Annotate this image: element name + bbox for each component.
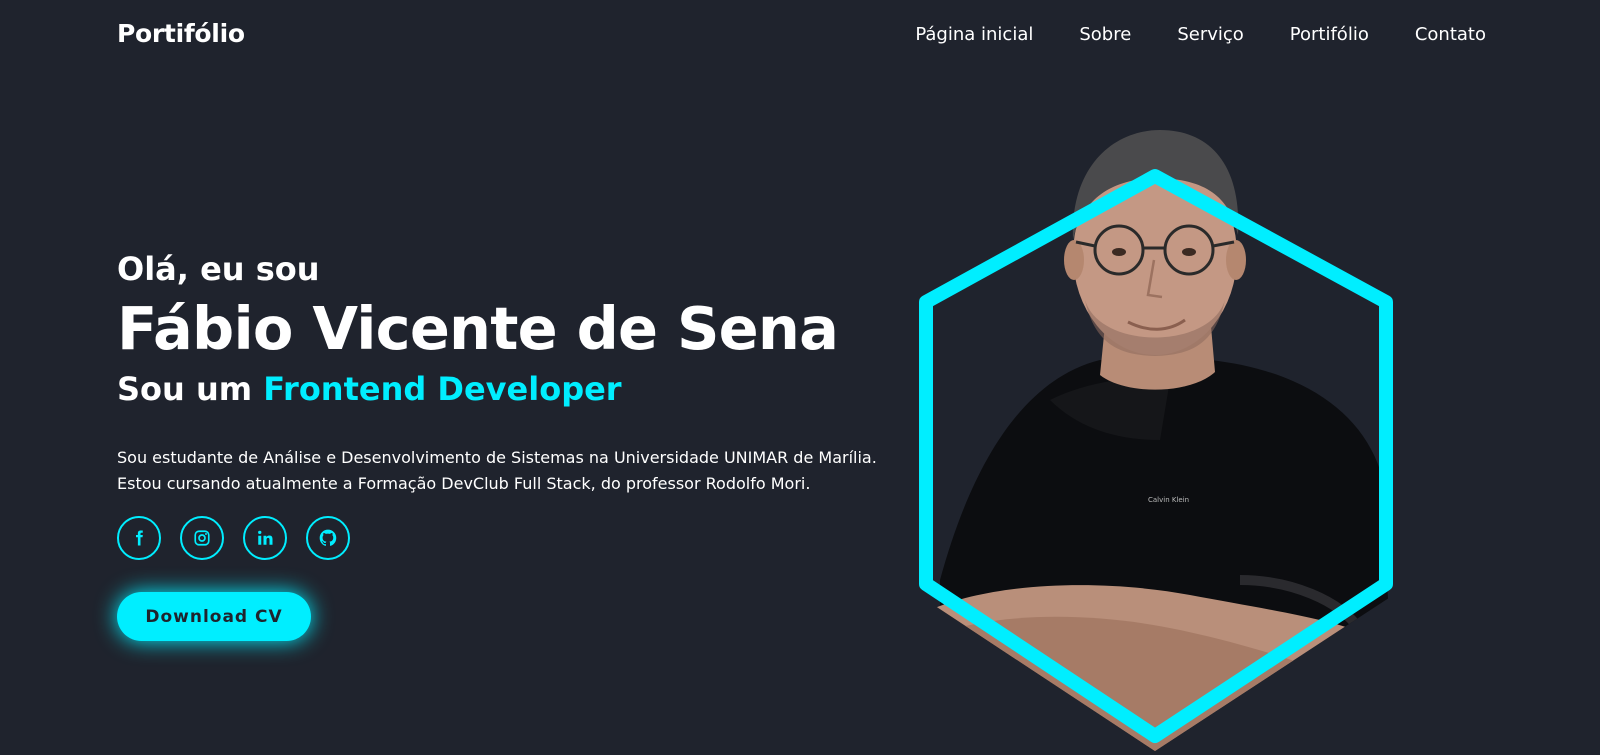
hero-content: Olá, eu sou Fábio Vicente de Sena Sou um… — [117, 245, 907, 641]
hero-greeting: Olá, eu sou — [117, 250, 320, 288]
facebook-link[interactable] — [117, 516, 161, 560]
hero-name: Fábio Vicente de Sena — [117, 294, 839, 363]
nav-link-home[interactable]: Página inicial — [915, 24, 1033, 45]
role-prefix: Sou um — [117, 370, 253, 408]
hero-description: Sou estudante de Análise e Desenvolvimen… — [117, 448, 877, 493]
social-links — [117, 516, 907, 560]
download-cv-button[interactable]: Download CV — [117, 592, 311, 641]
hero-role: Sou um Frontend Developer — [117, 365, 907, 413]
role-highlight: Frontend Developer — [263, 370, 622, 408]
shirt-logo: Calvin Klein — [1148, 496, 1189, 504]
instagram-link[interactable] — [180, 516, 224, 560]
nav-link-portfolio[interactable]: Portifólio — [1290, 24, 1369, 45]
portrait-illustration: Calvin Klein — [919, 130, 1393, 751]
nav-link-contact[interactable]: Contato — [1415, 24, 1486, 45]
instagram-icon — [194, 530, 210, 546]
github-icon — [319, 529, 337, 546]
site-logo[interactable]: Portifólio — [117, 19, 245, 48]
github-link[interactable] — [306, 516, 350, 560]
nav-link-services[interactable]: Serviço — [1177, 24, 1243, 45]
facebook-icon — [136, 530, 143, 546]
hero-portrait: Calvin Klein — [910, 110, 1470, 755]
linkedin-icon — [258, 530, 273, 545]
linkedin-link[interactable] — [243, 516, 287, 560]
nav-link-about[interactable]: Sobre — [1079, 24, 1131, 45]
main-nav: Página inicial Sobre Serviço Portifólio … — [915, 24, 1486, 45]
